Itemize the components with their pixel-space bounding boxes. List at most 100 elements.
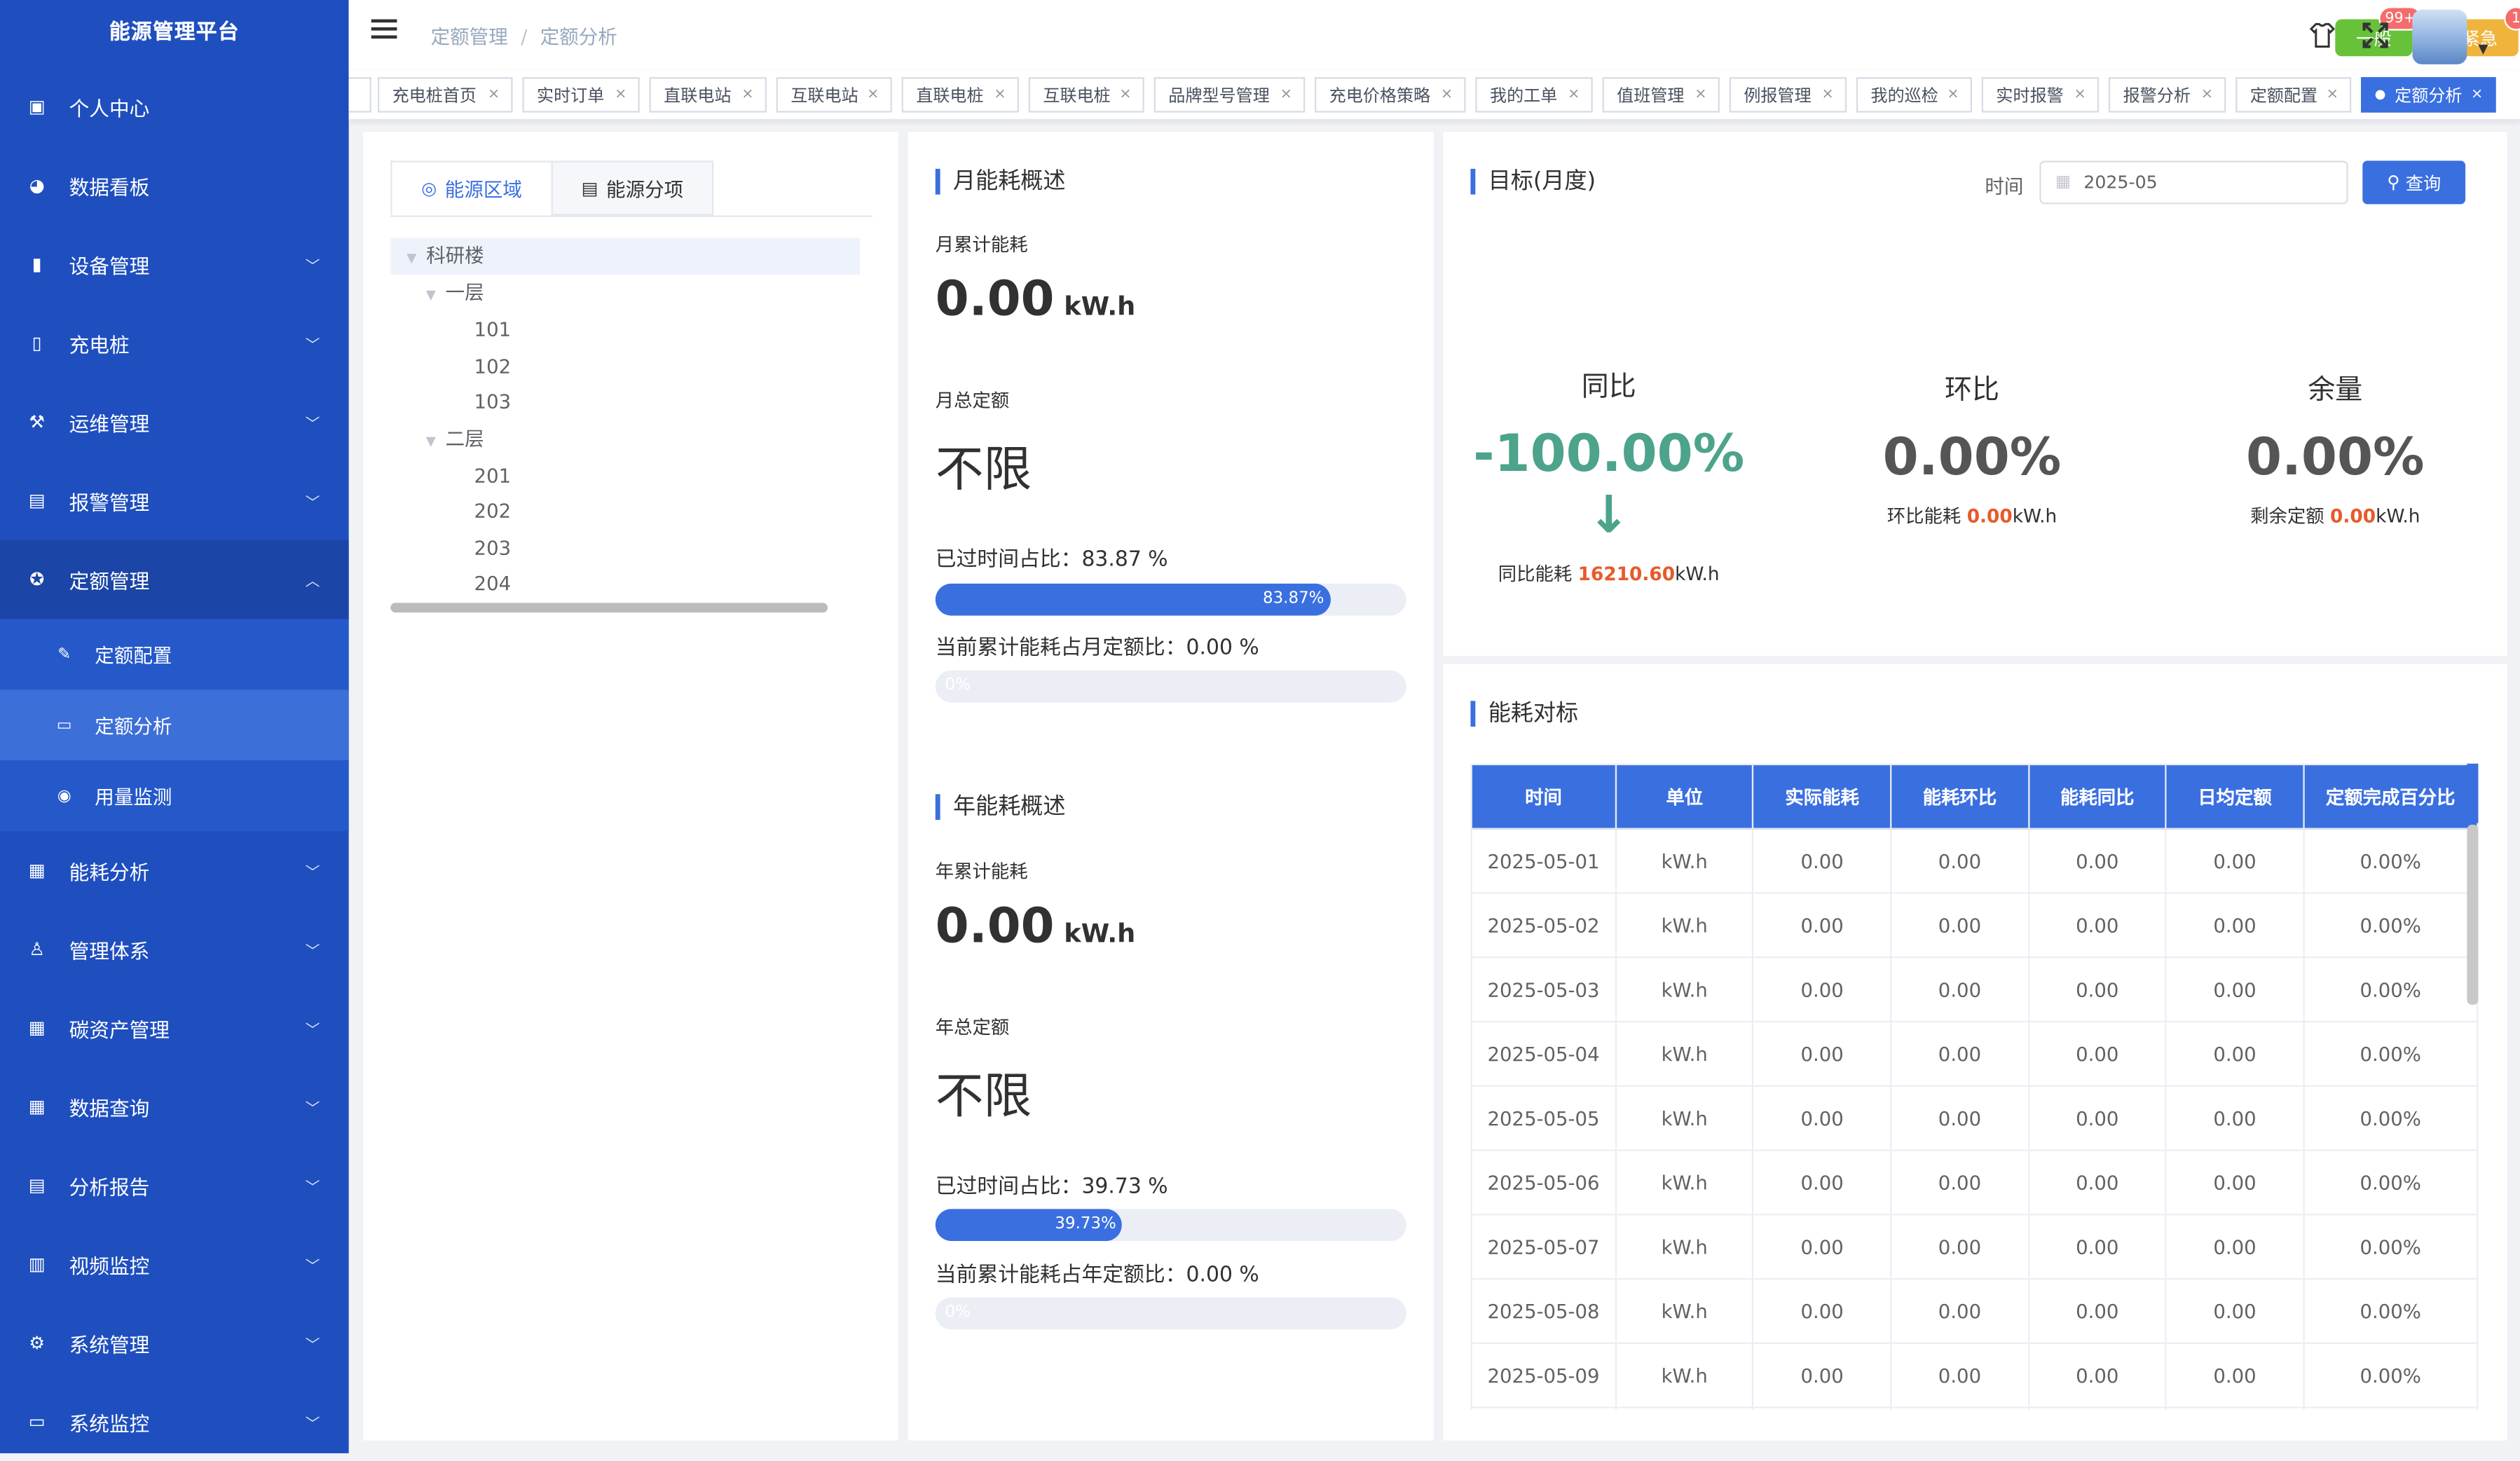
tab-energy-area[interactable]: ◎ 能源区域: [390, 160, 553, 216]
table-row[interactable]: 2025-05-06 kW.h 0.00 0.00 0.00 0.00 0.00%: [1470, 1149, 2479, 1216]
close-icon[interactable]: ×: [1280, 87, 1292, 103]
tag-item[interactable]: 我的巡检 ×: [1856, 77, 1973, 113]
tag-item[interactable]: 例报管理 ×: [1729, 77, 1847, 113]
avatar[interactable]: [2412, 9, 2467, 64]
close-icon[interactable]: ×: [994, 87, 1006, 103]
tree-node[interactable]: 202: [474, 493, 512, 528]
tag-item[interactable]: 值班管理 ×: [1602, 77, 1720, 113]
tag-item[interactable]: 直联电桩 ×: [901, 77, 1020, 113]
sidebar-item[interactable]: ♙ 管理体系 ﹀: [0, 910, 349, 989]
tag-item[interactable]: 报警分析 ×: [2108, 77, 2226, 113]
close-icon[interactable]: ×: [1441, 87, 1453, 103]
tag-item[interactable]: 实时订单 ×: [522, 77, 640, 113]
sidebar-item[interactable]: ▯ 充电桩 ﹀: [0, 304, 349, 383]
item-icon: ▤: [581, 177, 598, 199]
sidebar-item[interactable]: ⚒ 运维管理 ﹀: [0, 383, 349, 461]
sidebar-item[interactable]: ▮ 设备管理 ﹀: [0, 225, 349, 303]
table-row[interactable]: 2025-05-10kW.h0.000.000.000.000.00%: [1470, 1406, 2479, 1411]
tree-node[interactable]: 102: [474, 349, 512, 384]
tag-item[interactable]: 品牌型号管理 ×: [1153, 77, 1306, 113]
tree-node-label: 科研楼: [426, 244, 484, 267]
caret-down-icon[interactable]: ▼: [406, 241, 416, 276]
active-dot-icon: [2375, 90, 2385, 100]
tag-item[interactable]: 互联电站 ×: [776, 77, 892, 113]
sidebar-item[interactable]: ✪ 定额管理 ︿: [0, 540, 349, 619]
tag-item[interactable]: 我的工单 ×: [1475, 77, 1593, 113]
sidebar-item[interactable]: ◕ 数据看板: [0, 146, 349, 225]
sidebar-subitem[interactable]: ✎ 定额配置: [0, 619, 349, 690]
sidebar-item[interactable]: ▦ 能耗分析 ﹀: [0, 831, 349, 910]
tab-energy-item[interactable]: ▤ 能源分项: [551, 160, 714, 216]
table-row[interactable]: 2025-05-03 kW.h 0.00 0.00 0.00 0.00 0.00%: [1470, 956, 2479, 1023]
table-header-cell[interactable]: 单位: [1615, 763, 1755, 830]
tag-item[interactable]: 互联电桩 ×: [1028, 77, 1144, 113]
breadcrumb-item[interactable]: 定额管理: [431, 26, 508, 48]
horizontal-scrollbar[interactable]: [390, 603, 828, 613]
table-header-cell[interactable]: 定额完成百分比: [2303, 763, 2479, 830]
table-row[interactable]: 2025-05-02 kW.h 0.00 0.00 0.00 0.00 0.00%: [1470, 892, 2479, 959]
caret-down-icon[interactable]: ▼: [2478, 42, 2488, 57]
sidebar-item[interactable]: ▥ 视频监控 ﹀: [0, 1225, 349, 1303]
close-icon[interactable]: ×: [741, 87, 753, 103]
sidebar-item[interactable]: ▤ 分析报告 ﹀: [0, 1146, 349, 1225]
close-icon[interactable]: ×: [488, 87, 500, 103]
table-header-cell[interactable]: 能耗同比: [2027, 763, 2168, 830]
sidebar: 能源管理平台 ▣ 个人中心 ◕ 数据看板 ▮ 设备管理 ﹀ ▯ 充电桩 ﹀ ⚒ 运维管理 ﹀ ▤ 报警管理 ﹀…: [0, 0, 349, 1453]
tree-node[interactable]: 201: [474, 458, 512, 493]
close-icon[interactable]: ×: [1568, 87, 1580, 103]
tree-node[interactable]: ▼ 科研楼: [406, 238, 484, 273]
caret-down-icon[interactable]: ▼: [426, 425, 436, 460]
tag-item[interactable]: 充电价格策略 ×: [1315, 77, 1466, 113]
tree-node[interactable]: 204: [474, 566, 512, 601]
table-row[interactable]: 2025-05-08 kW.h 0.00 0.00 0.00 0.00 0.00%: [1470, 1277, 2479, 1344]
tree-node[interactable]: 203: [474, 530, 512, 565]
sidebar-item-label: 系统管理: [69, 1332, 150, 1357]
tag-item[interactable]: 充电桩首页 ×: [377, 77, 513, 113]
tree-node[interactable]: ▼ 二层: [426, 421, 484, 456]
vertical-scrollbar[interactable]: [2467, 824, 2479, 1005]
sidebar-item[interactable]: ⚙ 系统管理 ﹀: [0, 1304, 349, 1383]
close-icon[interactable]: ×: [2471, 87, 2483, 103]
tag-item[interactable]: 直联电站 ×: [649, 77, 767, 113]
table-header-cell[interactable]: 实际能耗: [1752, 763, 1892, 830]
table-header-cell[interactable]: 时间: [1470, 763, 1617, 830]
close-icon[interactable]: ×: [1821, 87, 1833, 103]
tag-item[interactable]: 定额配置 ×: [2235, 77, 2352, 113]
caret-down-icon[interactable]: ▼: [426, 278, 436, 313]
sidebar-item[interactable]: ▦ 碳资产管理 ﹀: [0, 989, 349, 1067]
close-icon[interactable]: ×: [867, 87, 879, 103]
tree-node[interactable]: 101: [474, 312, 512, 347]
fullscreen-icon[interactable]: [2361, 21, 2390, 50]
close-icon[interactable]: ×: [615, 87, 626, 103]
month-picker[interactable]: ▦ 2025-05: [2039, 160, 2348, 205]
sidebar-item[interactable]: ▭ 系统监控 ﹀: [0, 1383, 349, 1461]
close-icon[interactable]: ×: [1694, 87, 1706, 103]
table-row[interactable]: 2025-05-07 kW.h 0.00 0.00 0.00 0.00 0.00%: [1470, 1214, 2479, 1280]
year-cum-label: 年累计能耗: [935, 860, 1028, 883]
table-row[interactable]: 2025-05-09 kW.h 0.00 0.00 0.00 0.00 0.00%: [1470, 1342, 2479, 1408]
tree-node-label: 204: [474, 572, 512, 595]
sidebar-subitem[interactable]: ◉ 用量监测: [0, 760, 349, 832]
close-icon[interactable]: ×: [2074, 87, 2086, 103]
table-row[interactable]: 2025-05-04 kW.h 0.00 0.00 0.00 0.00 0.00%: [1470, 1020, 2479, 1087]
table-row[interactable]: 2025-05-05 kW.h 0.00 0.00 0.00 0.00 0.00%: [1470, 1085, 2479, 1151]
tree-node[interactable]: 103: [474, 384, 512, 419]
sidebar-item[interactable]: ▣ 个人中心: [0, 67, 349, 146]
sidebar-item[interactable]: ▤ 报警管理 ﹀: [0, 461, 349, 540]
tag-item[interactable]: 实时报警 ×: [1981, 77, 2100, 113]
close-icon[interactable]: ×: [2201, 87, 2213, 103]
sidebar-subitem[interactable]: ▭ 定额分析: [0, 690, 349, 761]
menu-toggle-icon[interactable]: [371, 19, 397, 46]
tag-item[interactable]: 定额分析 ×: [2361, 77, 2496, 113]
close-icon[interactable]: ×: [2327, 87, 2338, 103]
table-header-cell[interactable]: 日均定额: [2165, 763, 2305, 830]
theme-icon[interactable]: [2308, 21, 2336, 50]
table-cell: 0.00: [1752, 1277, 1892, 1344]
table-row[interactable]: 2025-05-01 kW.h 0.00 0.00 0.00 0.00 0.00%: [1470, 828, 2479, 894]
table-header-cell[interactable]: 能耗环比: [1890, 763, 2029, 830]
sidebar-item[interactable]: ▦ 数据查询 ﹀: [0, 1067, 349, 1146]
tree-node[interactable]: ▼ 一层: [426, 275, 484, 310]
close-icon[interactable]: ×: [1119, 87, 1131, 103]
query-button[interactable]: ⚲ 查询: [2362, 160, 2466, 205]
close-icon[interactable]: ×: [1947, 87, 1959, 103]
